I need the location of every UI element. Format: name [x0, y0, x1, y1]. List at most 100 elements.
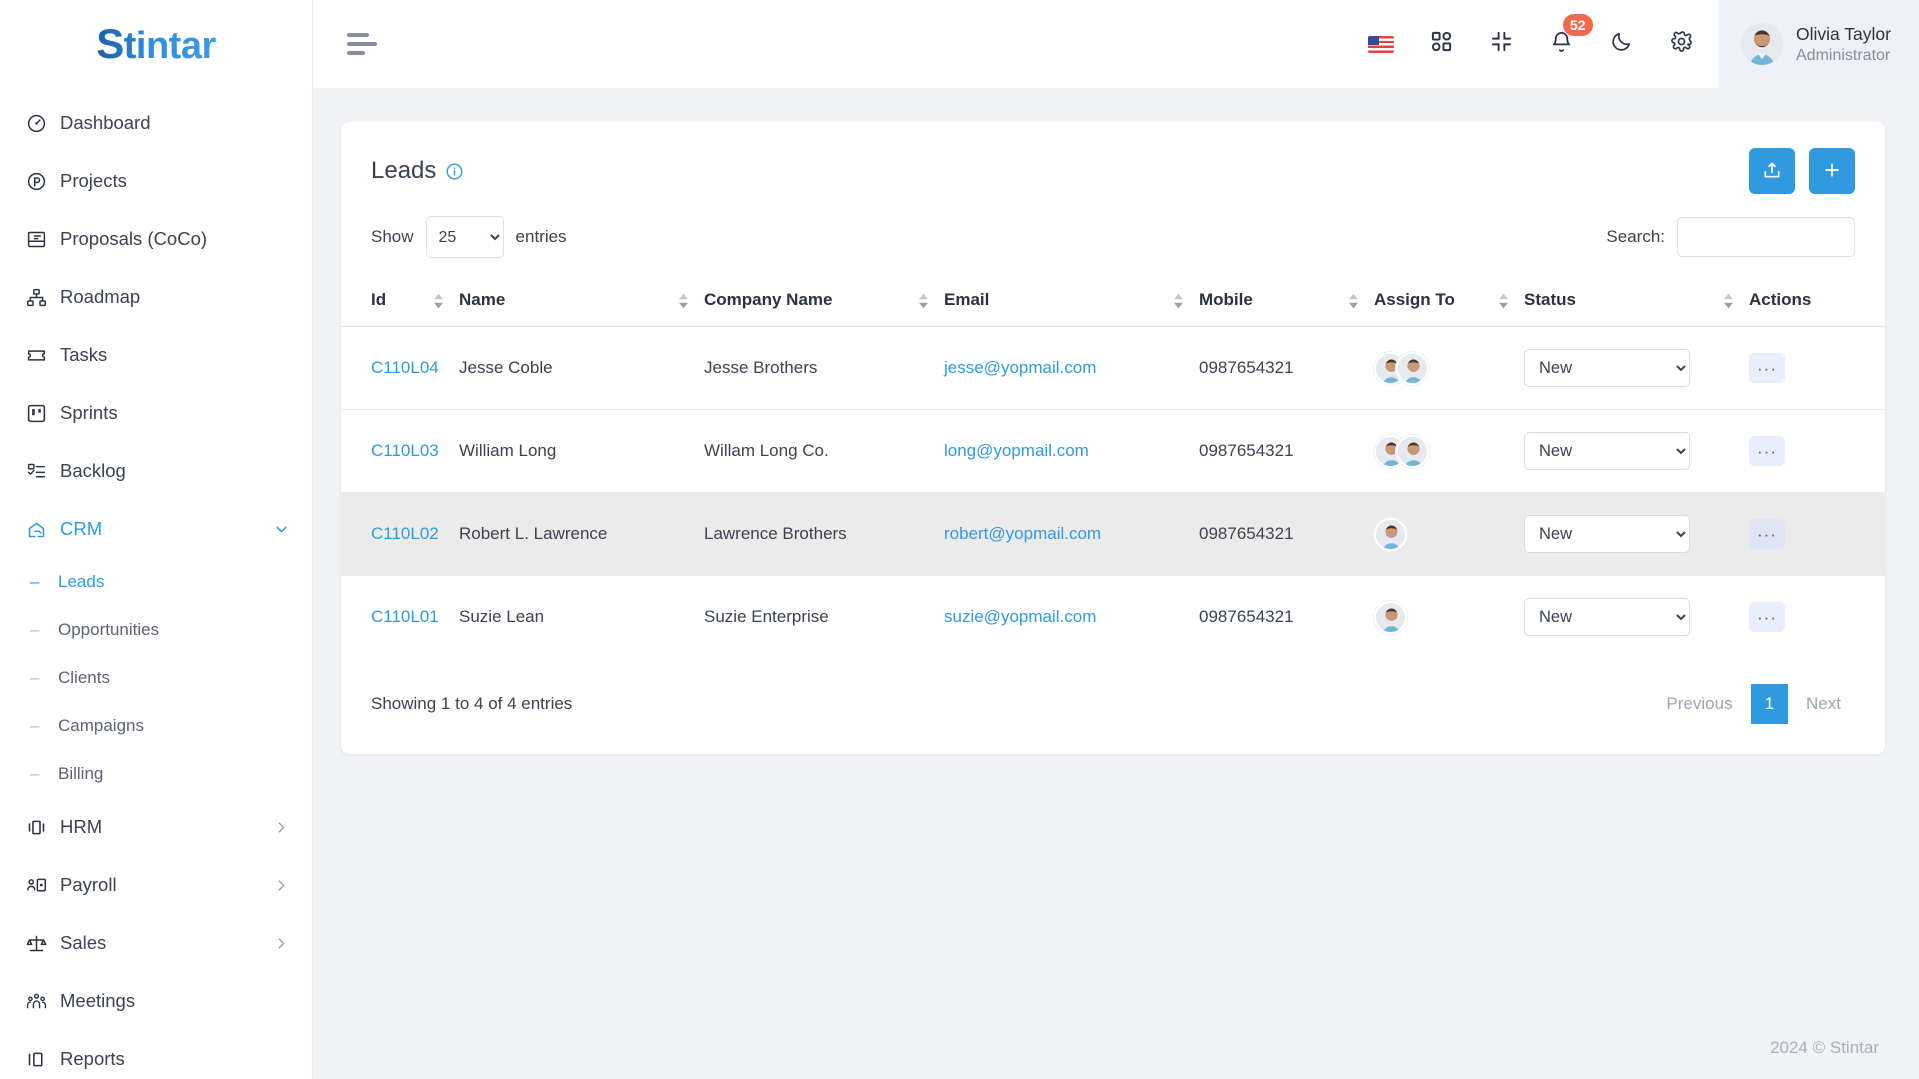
search-input[interactable] — [1677, 217, 1855, 257]
cell-assignees — [1374, 492, 1524, 576]
avatar — [1396, 351, 1429, 385]
column-header-email[interactable]: Email — [944, 276, 1199, 327]
row-actions-button[interactable]: ··· — [1749, 436, 1785, 466]
apps-button[interactable] — [1411, 0, 1471, 88]
chevron-right-icon — [273, 877, 290, 894]
assignee-avatars[interactable] — [1374, 600, 1524, 634]
cell-actions: ··· — [1749, 492, 1885, 576]
content-area: Leads Show 25 entries Search: Id Name Co… — [313, 88, 1919, 1017]
sidebar-item-label: Meetings — [60, 990, 136, 1011]
column-header-id[interactable]: Id — [341, 276, 459, 327]
sidebar-item-proposals[interactable]: Proposals (CoCo) — [0, 210, 312, 268]
sidebar-item-roadmap[interactable]: Roadmap — [0, 268, 312, 326]
cell-mobile: 0987654321 — [1199, 607, 1294, 626]
sidebar-item-payroll[interactable]: Payroll — [0, 856, 312, 914]
sidebar-item-clients[interactable]: – Clients — [0, 654, 312, 702]
chevron-right-icon — [273, 819, 290, 836]
sidebar-item-hrm[interactable]: HRM — [0, 798, 312, 856]
page-title-text: Leads — [371, 157, 437, 184]
lead-id-link[interactable]: C110L03 — [371, 441, 439, 460]
status-select[interactable]: New — [1524, 432, 1690, 470]
sidebar-item-label: Payroll — [60, 874, 117, 895]
sidebar-item-label: HRM — [60, 816, 103, 837]
table-row[interactable]: C110L03 William Long Willam Long Co. lon… — [341, 409, 1885, 493]
sidebar-item-sales[interactable]: Sales — [0, 914, 312, 972]
sidebar-item-billing[interactable]: – Billing — [0, 750, 312, 798]
sidebar-item-campaigns[interactable]: – Campaigns — [0, 702, 312, 750]
cell-status: New — [1524, 576, 1749, 659]
cell-id: C110L03 — [341, 409, 459, 493]
notifications-button[interactable]: 52 — [1531, 0, 1593, 88]
email-link[interactable]: robert@yopmail.com — [944, 524, 1101, 543]
pagination-page-1[interactable]: 1 — [1750, 684, 1789, 724]
table-row[interactable]: C110L04 Jesse Coble Jesse Brothers jesse… — [341, 326, 1885, 410]
import-button[interactable] — [1749, 148, 1795, 194]
lead-id-link[interactable]: C110L04 — [371, 358, 439, 377]
sort-icon — [679, 293, 688, 309]
lead-id-link[interactable]: C110L01 — [371, 607, 439, 626]
sidebar-item-leads[interactable]: – Leads — [0, 558, 312, 606]
header-label: Company Name — [704, 290, 833, 309]
lead-id-link[interactable]: C110L02 — [371, 524, 439, 543]
sidebar-nav: Dashboard Projects Proposals (CoCo) Road… — [0, 88, 312, 1079]
sidebar-item-meetings[interactable]: Meetings — [0, 972, 312, 1030]
pagination-next[interactable]: Next — [1792, 684, 1855, 724]
sort-icon — [1724, 293, 1733, 309]
settings-button[interactable] — [1651, 0, 1711, 88]
user-profile[interactable]: Olivia Taylor Administrator — [1719, 0, 1919, 88]
status-select[interactable]: New — [1524, 349, 1690, 387]
card-header: Leads — [341, 122, 1885, 216]
column-header-name[interactable]: Name — [459, 276, 704, 327]
email-link[interactable]: long@yopmail.com — [944, 441, 1089, 460]
sidebar-item-sprints[interactable]: Sprints — [0, 384, 312, 442]
assignee-avatars[interactable] — [1374, 517, 1524, 551]
info-circle-icon[interactable] — [445, 162, 464, 181]
cell-status: New — [1524, 409, 1749, 493]
sidebar-subitem-label: Opportunities — [58, 620, 160, 639]
language-selector[interactable] — [1351, 0, 1411, 88]
column-header-company[interactable]: Company Name — [704, 276, 944, 327]
avatar — [1374, 600, 1407, 634]
sidebar-item-dashboard[interactable]: Dashboard — [0, 94, 312, 152]
sidebar-item-label: Proposals (CoCo) — [60, 228, 208, 249]
sidebar-item-reports[interactable]: Reports — [0, 1030, 312, 1079]
table-head: Id Name Company Name Email Mobile Assign… — [341, 276, 1885, 327]
dash-marker: – — [30, 572, 40, 591]
table-row[interactable]: C110L01 Suzie Lean Suzie Enterprise suzi… — [341, 576, 1885, 659]
sidebar-item-crm[interactable]: CRM — [0, 500, 312, 558]
sitemap-icon — [26, 287, 60, 308]
checklist-icon — [26, 461, 60, 482]
email-link[interactable]: suzie@yopmail.com — [944, 607, 1096, 626]
cell-company: Willam Long Co. — [704, 409, 944, 493]
row-actions-button[interactable]: ··· — [1749, 353, 1785, 383]
cell-actions: ··· — [1749, 409, 1885, 493]
assignee-avatars[interactable] — [1374, 351, 1524, 385]
column-header-actions: Actions — [1749, 276, 1885, 327]
column-header-status[interactable]: Status — [1524, 276, 1749, 327]
hamburger-icon[interactable] — [347, 33, 377, 55]
scale-icon — [26, 933, 60, 954]
sidebar-item-projects[interactable]: Projects — [0, 152, 312, 210]
table-row[interactable]: C110L02 Robert L. Lawrence Lawrence Brot… — [341, 492, 1885, 576]
email-link[interactable]: jesse@yopmail.com — [944, 358, 1096, 377]
sidebar-item-opportunities[interactable]: – Opportunities — [0, 606, 312, 654]
brand-text: Stintar — [96, 20, 216, 68]
row-actions-button[interactable]: ··· — [1749, 602, 1785, 632]
add-lead-button[interactable] — [1809, 148, 1855, 194]
avatar — [1741, 23, 1783, 65]
theme-toggle[interactable] — [1591, 0, 1651, 88]
sidebar-item-tasks[interactable]: Tasks — [0, 326, 312, 384]
table-controls: Show 25 entries Search: — [341, 216, 1885, 276]
assignee-avatars[interactable] — [1374, 434, 1524, 468]
status-select[interactable]: New — [1524, 598, 1690, 636]
entries-select[interactable]: 25 — [425, 216, 504, 258]
row-actions-button[interactable]: ··· — [1749, 519, 1785, 549]
fullscreen-button[interactable] — [1471, 0, 1531, 88]
column-header-assign[interactable]: Assign To — [1374, 276, 1524, 327]
brand-logo[interactable]: Stintar — [0, 0, 312, 88]
cell-assignees — [1374, 576, 1524, 659]
pagination-previous[interactable]: Previous — [1652, 684, 1746, 724]
status-select[interactable]: New — [1524, 515, 1690, 553]
sidebar-item-backlog[interactable]: Backlog — [0, 442, 312, 500]
column-header-mobile[interactable]: Mobile — [1199, 276, 1374, 327]
